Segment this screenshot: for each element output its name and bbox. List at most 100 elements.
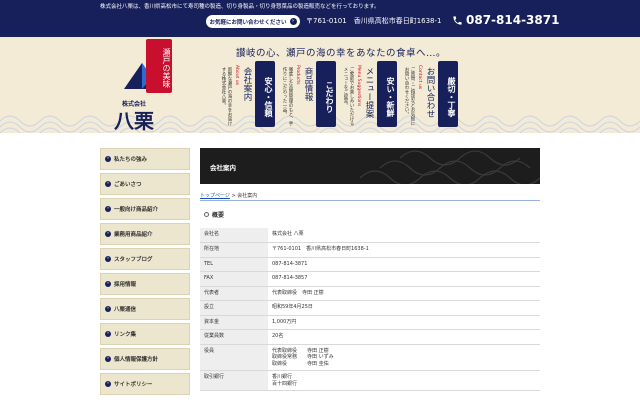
- row-value: 087-814-3857: [268, 271, 540, 287]
- sidebar-item-strengths[interactable]: › 私たちの強み: [100, 148, 190, 170]
- chevron-right-icon: ›: [289, 18, 297, 25]
- nav-tab-title: お問い合わせ: [425, 67, 435, 118]
- nav-tab-products[interactable]: こだわり 商品情報 Products 徹底した品質管理のもと、手作りにこだわった…: [279, 61, 336, 127]
- row-value-line: 取締役 寺田 圭佑: [272, 360, 329, 367]
- sidebar-item-privacy[interactable]: › 個人情報保護方針: [100, 348, 190, 370]
- nav-tab-en: Menu Suggestions: [356, 65, 361, 107]
- company-info-table: 会社名 株式会社 八栗 所在地 〒761-0101 香川県高松市春日町1638-…: [200, 228, 540, 391]
- row-value: 代表取締役 寺田 正樹: [268, 286, 540, 301]
- row-value: 20名: [268, 329, 540, 345]
- header-phone[interactable]: 087-814-3871: [452, 13, 559, 27]
- row-key: 代表者: [200, 286, 268, 301]
- table-row: 資本金 1,000万円: [200, 315, 540, 330]
- row-value: 1,000万円: [268, 315, 540, 330]
- nav-tab-en: Products: [295, 65, 300, 85]
- site-logo[interactable]: 瀬戸の美味 株式会社 八栗: [108, 39, 198, 133]
- chevron-right-icon: ›: [105, 306, 111, 312]
- nav-tab-tag: 安い・新鮮: [377, 61, 397, 127]
- breadcrumb-separator: >: [231, 193, 236, 199]
- sidebar-item-newsletter[interactable]: › 八栗通信: [100, 298, 190, 320]
- site-header: 瀬戸の美味 株式会社 八栗 讃岐の心、瀬戸の海の幸をあなたの食卓へ…。 安心・信…: [0, 37, 640, 133]
- nav-tab-desc: 徹底した品質管理のもと、手作りにこだわった一品。: [282, 67, 293, 126]
- sidebar-item-recruit[interactable]: › 採用情報: [100, 273, 190, 295]
- table-row: 取引銀行 香川銀行 百十四銀行: [200, 370, 540, 391]
- top-bar: 株式会社八栗は、香川県高松市にて寿司種の製造、切り身製品・切り身惣菜品の製造販売…: [0, 0, 640, 37]
- row-key: 役員: [200, 344, 268, 371]
- sidebar-item-label: 私たちの強み: [114, 157, 148, 163]
- sidebar-item-label: 八栗通信: [114, 307, 137, 313]
- breadcrumb-home-link[interactable]: トップページ: [200, 193, 230, 199]
- nav-tab-en: Contact us: [417, 65, 422, 90]
- nav-tab-about[interactable]: 安心・信頼 会社案内 About us 新鮮な瀬戸の海の幸をお届けする株式会社八…: [218, 61, 275, 127]
- phone-number: 087-814-3871: [466, 13, 560, 27]
- sidebar-item-label: ごあいさつ: [114, 182, 142, 188]
- chevron-right-icon: ›: [105, 156, 111, 162]
- row-value: 087-814-3871: [268, 257, 540, 272]
- contact-button[interactable]: お気軽にお問い合わせください ›: [206, 15, 300, 28]
- contact-button-label: お気軽にお問い合わせください: [209, 19, 287, 26]
- chevron-right-icon: ›: [105, 356, 111, 362]
- row-key: 取引銀行: [200, 370, 268, 391]
- chevron-right-icon: ›: [105, 381, 111, 387]
- wave-art-icon: [360, 150, 540, 184]
- sidebar-item-label: 採用情報: [114, 282, 137, 288]
- row-value: 〒761-0101 香川県高松市春日町1638-1: [268, 242, 540, 258]
- table-row: 会社名 株式会社 八栗: [200, 228, 540, 243]
- sidebar-item-links[interactable]: › リンク集: [100, 323, 190, 345]
- chevron-right-icon: ›: [105, 256, 111, 262]
- sidebar-item-label: スタッフブログ: [114, 257, 153, 263]
- table-row: 代表者 代表取締役 寺田 正樹: [200, 286, 540, 301]
- table-row: 設立 昭和59年4月25日: [200, 300, 540, 316]
- row-key: TEL: [200, 257, 268, 272]
- row-key: 会社名: [200, 228, 268, 243]
- circle-bullet-icon: [204, 212, 209, 217]
- row-key: 従業員数: [200, 329, 268, 345]
- section-heading: 概要: [204, 210, 224, 219]
- row-value: 昭和59年4月25日: [268, 300, 540, 316]
- sidebar-item-label: 個人情報保護方針: [114, 357, 159, 363]
- sidebar-item-label: 業務用商品紹介: [114, 232, 153, 238]
- section-title: 概要: [212, 212, 225, 219]
- phone-icon: [453, 15, 462, 25]
- row-value: 香川銀行 百十四銀行: [268, 370, 540, 391]
- sidebar: › 私たちの強み › ごあいさつ › 一般向け商品紹介 › 業務用商品紹介 › …: [100, 148, 190, 398]
- chevron-right-icon: ›: [105, 206, 111, 212]
- row-key: 資本金: [200, 315, 268, 330]
- site-tagline: 株式会社八栗は、香川県高松市にて寿司種の製造、切り身製品・切り身惣菜品の製造販売…: [100, 4, 380, 10]
- table-row: 従業員数 20名: [200, 329, 540, 345]
- nav-tab-title: 会社案内: [242, 67, 252, 101]
- header-address: 〒761-0101 香川県高松市春日町1638-1: [306, 17, 442, 25]
- chevron-right-icon: ›: [105, 181, 111, 187]
- sidebar-item-label: リンク集: [114, 332, 137, 338]
- main-nav: 安心・信頼 会社案内 About us 新鮮な瀬戸の海の幸をお届けする株式会社八…: [218, 61, 458, 127]
- nav-tab-desc: 新鮮な瀬戸の海の幸をお届けする株式会社八栗。: [221, 67, 232, 126]
- nav-tab-title: 商品情報: [303, 67, 313, 101]
- nav-tab-contact[interactable]: 厳切・丁寧 お問い合わせ Contact us ご質問・ご相談などお気軽にお問い…: [401, 61, 458, 127]
- page-header-banner: 会社案内: [200, 148, 540, 184]
- sidebar-item-greeting[interactable]: › ごあいさつ: [100, 173, 190, 195]
- breadcrumb-current: 会社案内: [237, 193, 258, 199]
- sidebar-item-staff-blog[interactable]: › スタッフブログ: [100, 248, 190, 270]
- row-key: 設立: [200, 300, 268, 316]
- sidebar-item-business-products[interactable]: › 業務用商品紹介: [100, 223, 190, 245]
- row-value-line: 百十四銀行: [272, 380, 298, 387]
- sidebar-item-consumer-products[interactable]: › 一般向け商品紹介: [100, 198, 190, 220]
- logo-seal: 瀬戸の美味: [146, 39, 172, 93]
- table-row: 所在地 〒761-0101 香川県高松市春日町1638-1: [200, 242, 540, 258]
- chevron-right-icon: ›: [105, 281, 111, 287]
- nav-tab-tag: 安心・信頼: [255, 61, 275, 127]
- nav-tab-desc: ご質問・ご相談などお気軽にお問い合わせください。: [404, 67, 415, 126]
- logo-company-name: 八栗: [114, 109, 154, 133]
- nav-tab-tag: 厳切・丁寧: [438, 61, 458, 127]
- nav-tab-menu[interactable]: 安い・新鮮 メニュー提案 Menu Suggestions ご家庭でお楽しみいた…: [340, 61, 397, 127]
- nav-tab-tag: こだわり: [316, 61, 336, 127]
- row-value: 代表取締役 寺田 正樹 取締役常務 寺田 いずみ 取締役 寺田 圭佑: [268, 344, 540, 371]
- row-key: FAX: [200, 271, 268, 287]
- sidebar-item-label: サイトポリシー: [114, 382, 153, 388]
- nav-tab-title: メニュー提案: [364, 67, 374, 118]
- main-content: 会社案内 トップページ > 会社案内 概要 会社名 株式会社 八栗 所在地 〒7…: [200, 148, 540, 400]
- table-row: 役員 代表取締役 寺田 正樹 取締役常務 寺田 いずみ 取締役 寺田 圭佑: [200, 344, 540, 371]
- sidebar-item-site-policy[interactable]: › サイトポリシー: [100, 373, 190, 395]
- row-key: 所在地: [200, 242, 268, 258]
- chevron-right-icon: ›: [105, 231, 111, 237]
